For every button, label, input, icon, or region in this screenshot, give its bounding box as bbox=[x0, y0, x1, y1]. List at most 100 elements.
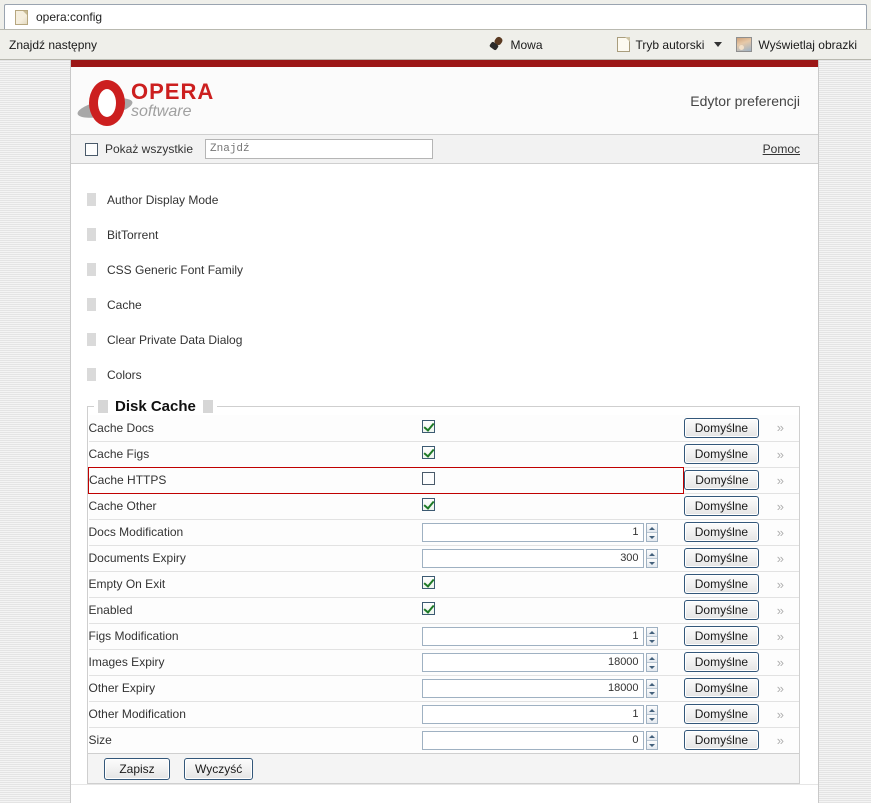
default-button[interactable]: Domyślne bbox=[684, 470, 760, 490]
default-button[interactable]: Domyślne bbox=[683, 522, 759, 542]
default-button[interactable]: Domyślne bbox=[683, 548, 759, 568]
preference-number-input[interactable] bbox=[421, 652, 644, 672]
chevron-down-icon[interactable] bbox=[714, 42, 723, 47]
table-row: Cache Figs Domyślne » bbox=[88, 440, 799, 467]
speech-button[interactable]: Mowa bbox=[481, 35, 550, 54]
folder-square-icon bbox=[87, 263, 96, 276]
preference-more-link[interactable]: » bbox=[776, 674, 799, 701]
disk-cache-group-wrap: Disk Cache Cache Docs Domyślne» Cache Figs… bbox=[71, 398, 818, 784]
preference-checkbox[interactable] bbox=[421, 576, 435, 589]
page-margin-left bbox=[0, 60, 71, 803]
preference-more-link[interactable]: » bbox=[776, 726, 799, 753]
number-stepper bbox=[421, 704, 658, 724]
spinner-down-icon[interactable] bbox=[646, 558, 657, 567]
preference-more-link[interactable]: » bbox=[776, 440, 799, 467]
clear-button[interactable]: Wyczyść bbox=[184, 757, 254, 780]
default-button[interactable]: Domyślne bbox=[683, 678, 759, 698]
table-row: Cache HTTPS Domyślne » bbox=[87, 466, 799, 494]
preference-more-link[interactable]: » bbox=[776, 596, 799, 623]
browser-tab[interactable]: opera:config bbox=[4, 4, 867, 29]
spinner-control[interactable] bbox=[645, 522, 658, 542]
preference-checkbox[interactable] bbox=[421, 446, 435, 459]
default-button[interactable]: Domyślne bbox=[683, 652, 759, 672]
folder-square-icon bbox=[87, 228, 96, 241]
preference-more-link[interactable]: » bbox=[776, 648, 799, 675]
preference-more-link[interactable]: » bbox=[776, 700, 799, 727]
preference-more-link[interactable]: » bbox=[776, 544, 799, 571]
default-button[interactable]: Domyślne bbox=[683, 704, 759, 724]
spinner-down-icon[interactable] bbox=[646, 688, 657, 697]
show-all-checkbox[interactable] bbox=[85, 142, 98, 156]
preference-name: Images Expiry bbox=[88, 648, 422, 675]
preference-name: Cache Docs bbox=[88, 415, 422, 441]
preference-more-link[interactable]: » bbox=[776, 622, 799, 649]
preference-more-link[interactable]: » bbox=[776, 518, 799, 545]
preference-more-link[interactable]: » bbox=[776, 415, 799, 441]
section-item-author-display-mode[interactable]: Author Display Mode bbox=[87, 182, 818, 217]
preference-number-input[interactable] bbox=[421, 548, 644, 568]
preference-more-link[interactable]: » bbox=[776, 466, 799, 493]
spinner-control[interactable] bbox=[645, 626, 658, 646]
preference-default-cell: Domyślne bbox=[683, 674, 777, 701]
spinner-control[interactable] bbox=[645, 652, 658, 672]
brand-tagline: software bbox=[131, 103, 192, 120]
preference-default-cell: Domyślne bbox=[683, 440, 777, 467]
preference-number-input[interactable] bbox=[421, 678, 644, 698]
default-button[interactable]: Domyślne bbox=[683, 730, 759, 751]
save-button[interactable]: Zapisz bbox=[104, 757, 170, 780]
author-mode-button[interactable]: Tryb autorski bbox=[609, 35, 713, 54]
spinner-up-icon[interactable] bbox=[646, 627, 657, 637]
spinner-control[interactable] bbox=[645, 548, 658, 568]
default-button[interactable]: Domyślne bbox=[683, 600, 759, 620]
spinner-control[interactable] bbox=[645, 704, 658, 724]
spinner-down-icon[interactable] bbox=[646, 532, 657, 541]
find-next-label[interactable]: Znajdź następny bbox=[6, 38, 97, 52]
default-button[interactable]: Domyślne bbox=[683, 417, 759, 438]
accent-bar bbox=[71, 60, 818, 67]
preference-name: Docs Modification bbox=[88, 518, 422, 545]
search-input[interactable] bbox=[205, 139, 434, 159]
section-item-bittorrent[interactable]: BitTorrent bbox=[87, 217, 818, 252]
preference-more-link[interactable]: » bbox=[776, 492, 799, 519]
section-item-colors[interactable]: Colors bbox=[87, 357, 818, 392]
table-row: Cache Other Domyślne » bbox=[88, 492, 799, 519]
spinner-down-icon[interactable] bbox=[646, 740, 657, 749]
section-list: Author Display Mode BitTorrent CSS Gener… bbox=[71, 164, 818, 398]
spinner-up-icon[interactable] bbox=[646, 549, 657, 559]
default-button[interactable]: Domyślne bbox=[683, 444, 759, 464]
spinner-up-icon[interactable] bbox=[646, 653, 657, 663]
spinner-up-icon[interactable] bbox=[646, 679, 657, 689]
show-images-button[interactable]: Wyświetlaj obrazki bbox=[728, 35, 865, 54]
preference-number-input[interactable] bbox=[421, 704, 644, 724]
page-margin-right bbox=[818, 60, 871, 803]
preference-number-input[interactable] bbox=[421, 522, 644, 542]
default-button[interactable]: Domyślne bbox=[683, 574, 759, 594]
section-item-cache[interactable]: Cache bbox=[87, 287, 818, 322]
table-row: Other Expiry Domyślne » bbox=[88, 674, 799, 701]
folder-square-icon bbox=[87, 193, 96, 206]
spinner-down-icon[interactable] bbox=[646, 662, 657, 671]
spinner-up-icon[interactable] bbox=[646, 731, 657, 741]
show-all-label: Pokaż wszystkie bbox=[105, 142, 194, 156]
preference-number-input[interactable] bbox=[421, 730, 644, 750]
preference-name: Other Expiry bbox=[88, 674, 422, 701]
spinner-up-icon[interactable] bbox=[646, 523, 657, 533]
spinner-down-icon[interactable] bbox=[646, 714, 657, 723]
preference-number-input[interactable] bbox=[421, 626, 644, 646]
spinner-control[interactable] bbox=[645, 730, 658, 750]
section-label: Author Display Mode bbox=[107, 192, 219, 207]
default-button[interactable]: Domyślne bbox=[683, 496, 759, 516]
spinner-down-icon[interactable] bbox=[646, 636, 657, 645]
preference-checkbox[interactable] bbox=[421, 419, 435, 433]
section-item-css-generic-font-family[interactable]: CSS Generic Font Family bbox=[87, 252, 818, 287]
spinner-control[interactable] bbox=[645, 678, 658, 698]
spinner-up-icon[interactable] bbox=[646, 705, 657, 715]
preference-value-cell bbox=[421, 700, 684, 727]
preference-more-link[interactable]: » bbox=[776, 570, 799, 597]
default-button[interactable]: Domyślne bbox=[683, 626, 759, 646]
preference-checkbox[interactable] bbox=[421, 472, 435, 485]
preference-checkbox[interactable] bbox=[421, 498, 435, 511]
preference-checkbox[interactable] bbox=[421, 602, 435, 615]
help-link[interactable]: Pomoc bbox=[763, 142, 800, 156]
section-item-clear-private-data-dialog[interactable]: Clear Private Data Dialog bbox=[87, 322, 818, 357]
